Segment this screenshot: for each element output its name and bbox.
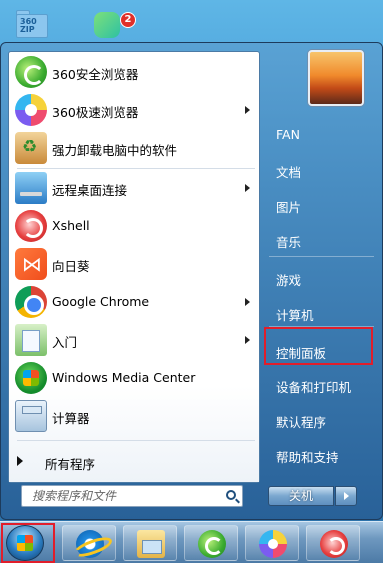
right-item-games[interactable]: 游戏	[276, 270, 301, 289]
program-item-remote-desktop[interactable]: 远程桌面连接	[12, 170, 256, 206]
shutdown-button[interactable]: 关机	[268, 486, 334, 506]
submenu-arrow-icon[interactable]	[245, 336, 250, 344]
program-label: Windows Media Center	[52, 370, 196, 385]
search-icon[interactable]	[226, 490, 236, 500]
program-item-xshell[interactable]: Xshell	[12, 208, 256, 244]
uninstall-icon	[15, 132, 47, 164]
360-speed-browser-icon	[15, 94, 47, 126]
taskbar-file-explorer[interactable]	[123, 525, 177, 561]
chrome-icon	[15, 286, 47, 318]
right-item-computer[interactable]: 计算机	[276, 305, 314, 324]
right-item-devices-printers[interactable]: 设备和打印机	[276, 377, 351, 396]
calculator-icon	[15, 400, 47, 432]
taskbar	[0, 521, 383, 563]
program-item-calculator[interactable]: 计算器	[12, 398, 256, 434]
360-safe-browser-icon	[198, 530, 226, 558]
separator	[269, 256, 374, 257]
program-item-uninstall[interactable]: 强力卸载电脑中的软件	[12, 130, 256, 166]
program-label: Google Chrome	[52, 294, 150, 309]
program-label: 360极速浏览器	[52, 105, 139, 120]
xshell-icon	[15, 210, 47, 242]
right-item-music[interactable]: 音乐	[276, 232, 301, 251]
program-item-sunflower[interactable]: 向日葵	[12, 246, 256, 282]
program-label: 入门	[52, 335, 78, 350]
zip-icon-label: 360 ZIP	[20, 17, 37, 34]
right-item-default-programs[interactable]: 默认程序	[276, 412, 326, 431]
all-programs-label: 所有程序	[45, 457, 96, 472]
chevron-right-icon	[344, 492, 349, 500]
user-avatar[interactable]	[308, 50, 364, 106]
program-label: 向日葵	[52, 259, 90, 274]
search-input[interactable]	[24, 487, 214, 505]
program-item-windows-media-center[interactable]: Windows Media Center	[12, 360, 256, 396]
sunflower-icon	[15, 248, 47, 280]
submenu-arrow-icon[interactable]	[245, 106, 250, 114]
taskbar-xshell[interactable]	[306, 525, 360, 561]
right-item-documents[interactable]: 文档	[276, 162, 301, 181]
getting-started-icon	[15, 324, 47, 356]
start-menu: 360安全浏览器 360极速浏览器 强力卸载电脑中的软件 远程桌面连接 Xshe…	[0, 42, 383, 520]
program-label: 360安全浏览器	[52, 67, 139, 82]
taskbar-360-safe-browser[interactable]	[184, 525, 238, 561]
submenu-arrow-icon[interactable]	[245, 298, 250, 306]
right-item-help-support[interactable]: 帮助和支持	[276, 447, 339, 466]
right-item-pictures[interactable]: 图片	[276, 197, 301, 216]
search-box[interactable]	[21, 485, 243, 507]
taskbar-internet-explorer[interactable]	[62, 525, 116, 561]
right-item-user[interactable]: FAN	[276, 127, 300, 142]
360-speed-browser-icon	[259, 530, 287, 558]
control-panel-highlight	[264, 327, 373, 365]
360-safe-browser-icon	[15, 56, 47, 88]
xshell-icon	[320, 530, 348, 558]
submenu-arrow-icon[interactable]	[245, 184, 250, 192]
shutdown-options-button[interactable]	[335, 486, 357, 506]
program-label: Xshell	[52, 218, 90, 233]
program-item-getting-started[interactable]: 入门	[12, 322, 256, 358]
program-label: 强力卸载电脑中的软件	[52, 143, 178, 158]
internet-explorer-icon	[76, 530, 104, 558]
notification-badge: 2	[120, 12, 136, 28]
360zip-icon[interactable]: 360 ZIP	[14, 8, 50, 40]
taskbar-360-speed-browser[interactable]	[245, 525, 299, 561]
separator	[17, 168, 255, 169]
start-button-highlight	[1, 523, 55, 563]
program-label: 计算器	[52, 411, 90, 426]
program-item-google-chrome[interactable]: Google Chrome	[12, 284, 256, 320]
all-programs-item[interactable]: 所有程序	[13, 450, 249, 472]
separator	[17, 440, 255, 441]
program-item-360-speed-browser[interactable]: 360极速浏览器	[12, 92, 256, 128]
expand-arrow-icon	[17, 456, 23, 466]
desktop-app-icon[interactable]: 2	[90, 8, 136, 40]
program-item-360-safe-browser[interactable]: 360安全浏览器	[12, 54, 256, 90]
remote-desktop-icon	[15, 172, 47, 204]
program-label: 远程桌面连接	[52, 183, 128, 198]
file-explorer-icon	[137, 530, 165, 558]
windows-media-center-icon	[15, 362, 47, 394]
